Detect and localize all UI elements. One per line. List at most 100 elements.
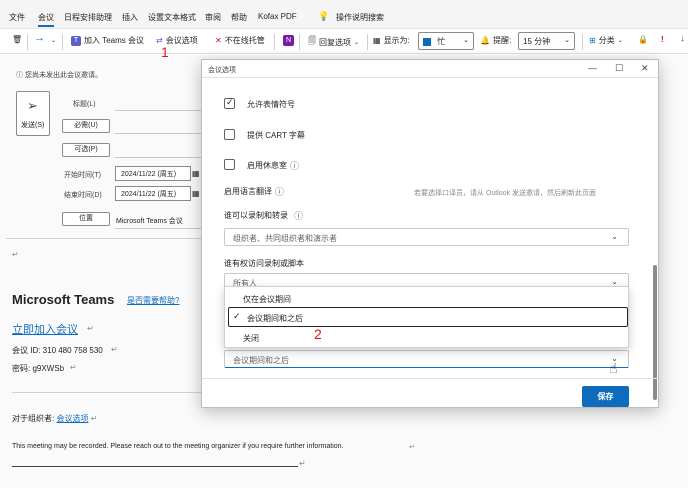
minimize-icon[interactable]: — — [588, 63, 597, 73]
menu-scheduling-assistant[interactable]: 日程安排助理 — [64, 12, 112, 23]
need-help-link[interactable]: 是否需要帮助? — [127, 295, 179, 306]
paragraph-mark: ↵ — [409, 444, 415, 451]
dropdown-menu: 仅在会议期间 ✓ 会议期间和之后 关闭 — [224, 286, 629, 348]
chevron-down-icon: ⌄ — [617, 38, 623, 44]
required-input[interactable] — [115, 133, 203, 134]
menu-help[interactable]: 帮助 — [231, 12, 247, 23]
delete-icon[interactable]: 🗑 — [12, 35, 22, 44]
info-icon[interactable]: ⓘ — [294, 209, 303, 222]
allow-emoji-checkbox[interactable]: ✓ — [224, 97, 235, 109]
chevron-down-icon[interactable]: ⌄ — [51, 37, 56, 44]
start-time-label: 开始时间(T) — [64, 172, 101, 179]
required-button[interactable]: 必需(U) — [62, 119, 110, 133]
categorize-button[interactable]: ⊞ 分类 ⌄ — [589, 35, 623, 46]
menu-kofax-pdf[interactable]: Kofax PDF — [258, 12, 297, 21]
who-record-select[interactable]: 组织者、共同组织者和演示者 ⌄ — [224, 228, 629, 246]
info-text: 您尚未发出此会议邀请。 — [24, 72, 102, 79]
option-label: 会议期间和之后 — [247, 314, 303, 323]
menu-bar: 文件 会议 日程安排助理 插入 设置文本格式 审阅 帮助 Kofax PDF 💡… — [0, 0, 688, 28]
calendar-icon[interactable]: ▦ — [192, 189, 200, 198]
join-now-link[interactable]: 立即加入会议 — [12, 321, 78, 337]
info-icon[interactable]: ⓘ — [275, 185, 284, 198]
chevron-down-icon: ⌄ — [611, 277, 618, 286]
scrollbar[interactable] — [653, 265, 657, 400]
divider — [299, 34, 300, 50]
paragraph-mark: ↵ — [12, 250, 19, 259]
info-icon[interactable]: ⓘ — [290, 159, 299, 172]
dialog-title: 会议选项 — [208, 67, 236, 74]
info-icon: ⓘ — [16, 72, 23, 79]
save-button[interactable]: 保存 — [582, 386, 629, 407]
meeting-options-label: 会议选项 — [165, 36, 198, 45]
low-importance-icon[interactable]: ↓ — [680, 33, 685, 44]
divider — [12, 466, 298, 467]
recording-expiry-select[interactable]: 会议期间和之后 ⌄ — [224, 350, 629, 368]
cart-checkbox[interactable] — [224, 129, 235, 140]
title-label: 标题(L) — [73, 101, 96, 108]
green-room-label: 启用休息室 — [247, 161, 287, 170]
menu-review[interactable]: 审阅 — [205, 12, 221, 23]
menu-insert[interactable]: 插入 — [122, 12, 138, 23]
reply-options-button[interactable]: 🗐 回复选项 ⌄ — [308, 35, 359, 49]
forward-icon[interactable]: → — [34, 32, 45, 44]
divider — [274, 34, 275, 50]
menu-file[interactable]: 文件 — [9, 12, 25, 23]
option-during-and-after[interactable]: ✓ 会议期间和之后 — [228, 307, 628, 327]
paragraph-mark: ↵ — [299, 459, 306, 468]
paragraph-mark: ↵ — [70, 363, 77, 372]
join-teams-label: 加入 Teams 会议 — [84, 36, 145, 45]
send-label: 发送(S) — [21, 122, 45, 129]
busy-color-icon — [423, 37, 431, 46]
option-off[interactable]: 关闭 — [225, 328, 628, 348]
teams-heading: Microsoft Teams — [12, 292, 115, 307]
divider — [202, 378, 658, 379]
optional-input[interactable] — [115, 157, 203, 158]
bell-icon: 🔔 — [480, 36, 490, 45]
title-input[interactable] — [115, 110, 203, 111]
search-box[interactable]: 操作说明搜索 — [336, 12, 384, 23]
send-button[interactable]: ➢ 发送(S) — [16, 91, 50, 136]
option-during-meeting[interactable]: 仅在会议期间 — [225, 289, 628, 309]
divider — [27, 34, 28, 50]
onenote-icon: N — [283, 35, 294, 46]
show-as-text: 显示为: — [383, 36, 410, 45]
divider — [202, 77, 658, 78]
not-online-label: 不在线托管 — [224, 36, 265, 45]
divider — [62, 34, 63, 50]
show-as-select[interactable]: 忙 ⌄ — [418, 32, 474, 50]
location-button[interactable]: 位置 — [62, 212, 110, 226]
passcode: 密码: g9XWSb — [12, 364, 65, 373]
recording-expiry-value: 会议期间和之后 — [233, 356, 289, 365]
menu-meeting[interactable]: 会议 — [38, 12, 54, 27]
optional-button[interactable]: 可选(P) — [62, 143, 110, 157]
close-icon[interactable]: ✕ — [641, 63, 649, 74]
meeting-options-link[interactable]: 会议选项 — [56, 414, 88, 423]
start-date-value: 2024/11/22 (周五) — [121, 171, 177, 178]
language-label: 启用语言翻译 — [224, 187, 272, 196]
high-importance-icon[interactable]: ! — [661, 35, 664, 44]
end-date-value: 2024/11/22 (周五) — [121, 191, 177, 198]
end-date-input[interactable]: 2024/11/22 (周五) — [115, 186, 191, 201]
onenote-button[interactable]: N — [283, 35, 294, 46]
not-online-button[interactable]: ✕ 不在线托管 — [215, 35, 265, 46]
location-value[interactable]: Microsoft Teams 会议 — [116, 216, 183, 226]
organizer-line: 对于组织者: 会议选项 ↵ — [12, 413, 97, 424]
meeting-options-dialog: 会议选项 — ☐ ✕ ✓ 允许表情符号 提供 CART 字幕 启用休息室 ⓘ 启… — [201, 59, 659, 408]
checkmark-icon: ✓ — [233, 311, 241, 321]
menu-format-text[interactable]: 设置文本格式 — [148, 12, 196, 23]
divider — [12, 392, 202, 393]
green-room-checkbox[interactable] — [224, 159, 235, 170]
who-access-label: 谁有权访问录制或脚本 — [224, 259, 304, 268]
meeting-id: 会议 ID: 310 480 758 530 — [12, 346, 103, 355]
start-date-input[interactable]: 2024/11/22 (周五) — [115, 166, 191, 181]
lock-icon[interactable]: 🔒 — [638, 35, 648, 44]
calendar-icon[interactable]: ▦ — [192, 169, 200, 178]
chevron-down-icon: ⌄ — [611, 232, 618, 241]
join-teams-button[interactable]: T 加入 Teams 会议 — [71, 35, 144, 46]
who-record-value: 组织者、共同组织者和演示者 — [233, 234, 337, 243]
organizer-prefix: 对于组织者: — [12, 414, 57, 423]
divider — [6, 238, 202, 239]
reminder-select[interactable]: 15 分钟 ⌄ — [518, 32, 575, 50]
info-bar: ⓘ 您尚未发出此会议邀请。 — [16, 70, 102, 80]
maximize-icon[interactable]: ☐ — [615, 63, 623, 74]
